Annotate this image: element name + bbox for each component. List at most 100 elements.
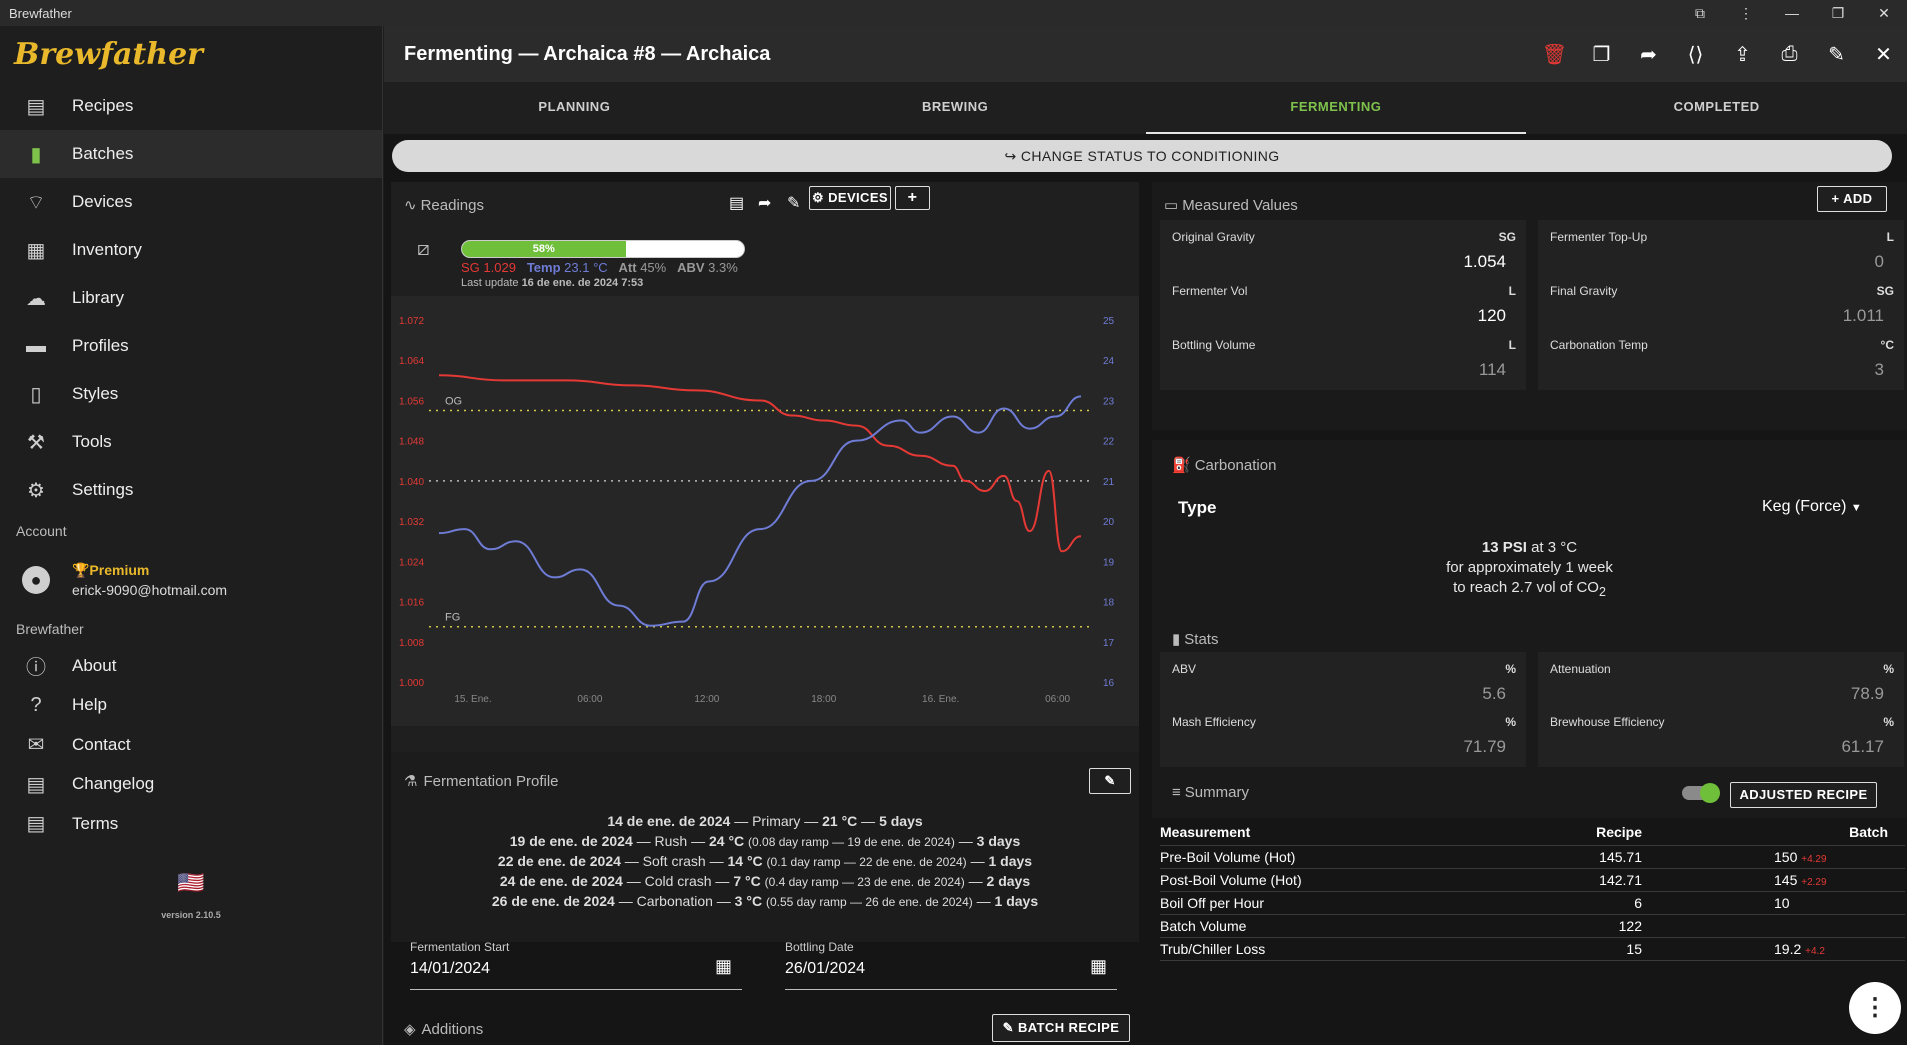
- add-measured-button[interactable]: + ADD: [1817, 186, 1887, 212]
- sidebar-item-label: Batches: [72, 144, 134, 163]
- tab-completed[interactable]: COMPLETED: [1526, 82, 1907, 134]
- sidebar-item-tools[interactable]: ⚒ Tools: [0, 418, 382, 466]
- print-icon[interactable]: ⎙: [1766, 43, 1813, 66]
- x-tick-label: 15. Ene.: [454, 694, 491, 705]
- sidebar-item-batches[interactable]: ▮ Batches: [0, 130, 382, 178]
- chart-icon[interactable]: ⧄: [417, 238, 430, 261]
- brewhouse-efficiency-field[interactable]: Brewhouse Efficiency% 61.17: [1538, 705, 1904, 767]
- batch-recipe-button[interactable]: ✎ BATCH RECIPE: [992, 1014, 1130, 1042]
- fermentation-step: 14 de ene. de 2024 — Primary — 21 °C — 5…: [607, 813, 923, 829]
- tab-brewing[interactable]: BREWING: [765, 82, 1146, 134]
- edit-icon[interactable]: ✎: [1813, 42, 1860, 67]
- field-unit: %: [1505, 715, 1516, 729]
- edit-readings-icon[interactable]: ✎: [787, 193, 800, 213]
- share-icon[interactable]: ➦: [1625, 42, 1672, 67]
- sidebar-item-styles[interactable]: ▯ Styles: [0, 370, 382, 418]
- upload-icon[interactable]: ⇪: [1719, 42, 1766, 67]
- adjusted-toggle[interactable]: [1682, 783, 1720, 803]
- more-icon[interactable]: ⋮: [1723, 5, 1769, 22]
- sidebar-item-devices[interactable]: ⌔ Devices: [0, 178, 382, 226]
- fermentation-progress-bar: 58%: [461, 240, 745, 258]
- field-label: Brewhouse Efficiency: [1550, 715, 1665, 729]
- row-measurement: Boil Off per Hour: [1160, 895, 1265, 911]
- final-gravity-field[interactable]: Final Gravity SG 1.011: [1538, 274, 1904, 336]
- batch-header: Batch: [1849, 824, 1888, 840]
- add-reading-button[interactable]: +: [895, 186, 930, 210]
- field-label: ABV: [1172, 662, 1197, 676]
- field-unit: °C: [1880, 338, 1894, 352]
- close-window-button[interactable]: ✕: [1861, 5, 1907, 22]
- change-status-button[interactable]: ↪ CHANGE STATUS TO CONDITIONING: [392, 140, 1892, 172]
- minimize-button[interactable]: —: [1769, 5, 1815, 21]
- sidebar-item-label: Library: [72, 288, 124, 307]
- devices-button[interactable]: ⚙ DEVICES: [809, 186, 891, 210]
- maximize-button[interactable]: ❐: [1815, 5, 1861, 22]
- row-recipe: 15: [1626, 941, 1642, 957]
- mash-efficiency-field[interactable]: Mash Efficiency% 71.79: [1160, 705, 1526, 767]
- summary-row: Trub/Chiller Loss 15 19.2 +4.2: [1160, 938, 1905, 961]
- sidebar-item-about[interactable]: ⓘ About: [0, 646, 382, 686]
- fermenter-vol-field[interactable]: Fermenter Vol L 120: [1160, 274, 1526, 336]
- row-recipe: 145.71: [1599, 849, 1642, 865]
- notes-icon[interactable]: ▤: [729, 193, 744, 213]
- original-gravity-field[interactable]: Original Gravity SG 1.054: [1160, 220, 1526, 282]
- step-date: 19 de ene. de 2024: [509, 833, 633, 849]
- summary-header: ≡ Summary: [1172, 784, 1249, 801]
- carbonation-type-select[interactable]: Keg (Force) ▼: [1762, 498, 1862, 516]
- delete-icon[interactable]: 🗑: [1531, 42, 1578, 67]
- sidebar-item-recipes[interactable]: ▤ Recipes: [0, 82, 382, 130]
- tab-fermenting[interactable]: FERMENTING: [1145, 82, 1527, 134]
- brewfather-logo[interactable]: Brewfather: [0, 26, 382, 82]
- account-info[interactable]: ● 🏆Premium erick-9090@hotmail.com: [0, 548, 382, 612]
- field-value: 5.6: [1482, 684, 1506, 703]
- y-left-tick-label: 1.008: [399, 638, 424, 649]
- close-icon[interactable]: ✕: [1860, 42, 1907, 67]
- x-tick-label: 12:00: [694, 694, 719, 705]
- recipes-icon: ▤: [26, 95, 46, 118]
- sidebar-item-label: Help: [72, 695, 107, 715]
- fermentation-start-label: Fermentation Start: [410, 940, 510, 954]
- sidebar-item-terms[interactable]: ▤ Terms: [0, 804, 382, 844]
- extension-icon[interactable]: ⧉: [1677, 5, 1723, 22]
- carbonation-type-value: Keg (Force): [1762, 498, 1847, 515]
- y-left-tick-label: 1.056: [399, 396, 424, 407]
- tab-planning[interactable]: PLANNING: [384, 82, 765, 134]
- add-label: ADD: [1843, 191, 1873, 206]
- field-label: Fermenter Top-Up: [1550, 230, 1648, 244]
- sidebar-item-inventory[interactable]: ▦ Inventory: [0, 226, 382, 274]
- calendar-icon[interactable]: ▦: [715, 956, 732, 977]
- carbonation-title: Carbonation: [1194, 456, 1277, 474]
- field-unit: %: [1883, 715, 1894, 729]
- carbonation-temp-field[interactable]: Carbonation Temp °C 3: [1538, 328, 1904, 390]
- us-flag-icon[interactable]: 🇺🇸: [0, 870, 382, 896]
- y-right-tick-label: 16: [1103, 678, 1115, 689]
- sidebar-item-changelog[interactable]: ▤ Changelog: [0, 765, 382, 805]
- bottling-volume-field[interactable]: Bottling Volume L 114: [1160, 328, 1526, 390]
- x-tick-label: 06:00: [1045, 694, 1070, 705]
- field-value: 71.79: [1463, 737, 1506, 756]
- adjusted-recipe-button[interactable]: ADJUSTED RECIPE: [1730, 782, 1877, 808]
- field-label: Bottling Volume: [1172, 338, 1256, 352]
- readings-chart[interactable]: 1.072 1.064 1.056 1.048 1.040 1.032 1.024 1.016…: [391, 296, 1139, 726]
- edit-profile-button[interactable]: ✎: [1089, 768, 1131, 794]
- sidebar-item-profiles[interactable]: ▬ Profiles: [0, 322, 382, 370]
- step-ramp: (0.55 day ramp — 26 de ene. de 2024): [765, 895, 973, 909]
- carbonation-psi: 13 PSI: [1481, 539, 1527, 556]
- fermentation-start-field[interactable]: Fermentation Start 14/01/2024 ▦: [410, 940, 742, 990]
- code-icon[interactable]: ⟨⟩: [1672, 42, 1719, 67]
- field-unit: L: [1508, 338, 1516, 352]
- step-date: 22 de ene. de 2024: [497, 853, 621, 869]
- share-readings-icon[interactable]: ➦: [758, 193, 771, 213]
- avatar-icon: ●: [22, 566, 50, 594]
- copy-icon[interactable]: ❐: [1578, 42, 1625, 67]
- calendar-icon[interactable]: ▦: [1090, 956, 1107, 977]
- sidebar-item-help[interactable]: ? Help: [0, 686, 382, 726]
- fermentation-step: 22 de ene. de 2024 — Soft crash — 14 °C …: [497, 853, 1033, 869]
- bottling-date-field[interactable]: Bottling Date 26/01/2024 ▦: [785, 940, 1117, 990]
- list-icon: ≡: [1172, 784, 1181, 801]
- fermenter-top-up-field[interactable]: Fermenter Top-Up L 0: [1538, 220, 1904, 282]
- sidebar-item-settings[interactable]: ⚙ Settings: [0, 466, 382, 514]
- sidebar-item-library[interactable]: ☁ Library: [0, 274, 382, 322]
- sidebar-item-contact[interactable]: ✉ Contact: [0, 725, 382, 765]
- more-actions-fab[interactable]: ⋮: [1849, 982, 1901, 1034]
